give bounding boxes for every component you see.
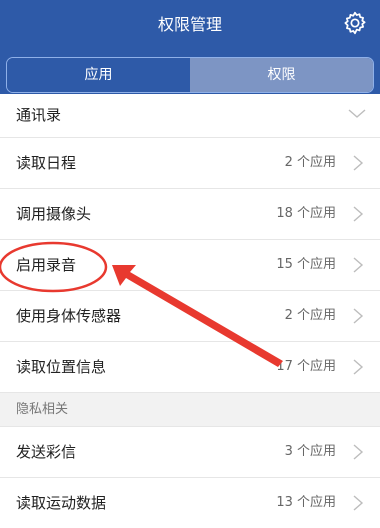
app-header: 权限管理 应用 权限 bbox=[0, 0, 380, 104]
app-count: 2 个应用 bbox=[284, 155, 336, 170]
segmented-control: 应用 权限 bbox=[6, 57, 374, 93]
chevron-right-icon bbox=[353, 308, 364, 324]
chevron-right-icon bbox=[353, 359, 364, 375]
chevron-right-icon bbox=[353, 495, 364, 511]
chevron-right-icon bbox=[353, 206, 364, 222]
chevron-down-icon[interactable] bbox=[348, 106, 366, 120]
row-label: 使用身体传感器 bbox=[16, 307, 122, 325]
app-count: 15 个应用 bbox=[276, 257, 336, 272]
app-count: 13 个应用 bbox=[276, 495, 336, 510]
permission-row-location[interactable]: 读取位置信息 17 个应用 bbox=[0, 342, 380, 393]
row-label: 发送彩信 bbox=[16, 443, 77, 461]
app-count: 3 个应用 bbox=[284, 444, 336, 459]
permission-row-camera[interactable]: 调用摄像头 18 个应用 bbox=[0, 189, 380, 240]
chevron-right-icon bbox=[353, 444, 364, 460]
permission-row-mms[interactable]: 发送彩信 3 个应用 bbox=[0, 427, 380, 478]
row-label: 读取日程 bbox=[16, 154, 77, 172]
gear-icon[interactable] bbox=[342, 10, 368, 36]
chevron-right-icon bbox=[353, 257, 364, 273]
permission-list: 通讯录 读取日程 2 个应用 调用摄像头 18 个应用 启用录音 15 个应用 … bbox=[0, 94, 380, 528]
tab-permissions[interactable]: 权限 bbox=[190, 58, 373, 92]
row-label: 读取位置信息 bbox=[16, 358, 107, 376]
app-count: 17 个应用 bbox=[276, 359, 336, 374]
chevron-right-icon bbox=[353, 155, 364, 171]
permission-row-contacts[interactable]: 通讯录 bbox=[0, 94, 380, 138]
page-title: 权限管理 bbox=[157, 15, 222, 34]
row-label: 启用录音 bbox=[16, 256, 77, 274]
row-label: 调用摄像头 bbox=[16, 205, 92, 223]
section-header-privacy: 隐私相关 bbox=[0, 393, 380, 427]
row-label: 读取运动数据 bbox=[16, 494, 107, 512]
permission-row-motion-data[interactable]: 读取运动数据 13 个应用 bbox=[0, 478, 380, 528]
tab-apps[interactable]: 应用 bbox=[7, 58, 190, 92]
row-label: 通讯录 bbox=[16, 106, 62, 124]
permission-row-body-sensors[interactable]: 使用身体传感器 2 个应用 bbox=[0, 291, 380, 342]
permission-row-calendar[interactable]: 读取日程 2 个应用 bbox=[0, 138, 380, 189]
app-count: 18 个应用 bbox=[276, 206, 336, 221]
app-count: 2 个应用 bbox=[284, 308, 336, 323]
permission-row-recording[interactable]: 启用录音 15 个应用 bbox=[0, 240, 380, 291]
